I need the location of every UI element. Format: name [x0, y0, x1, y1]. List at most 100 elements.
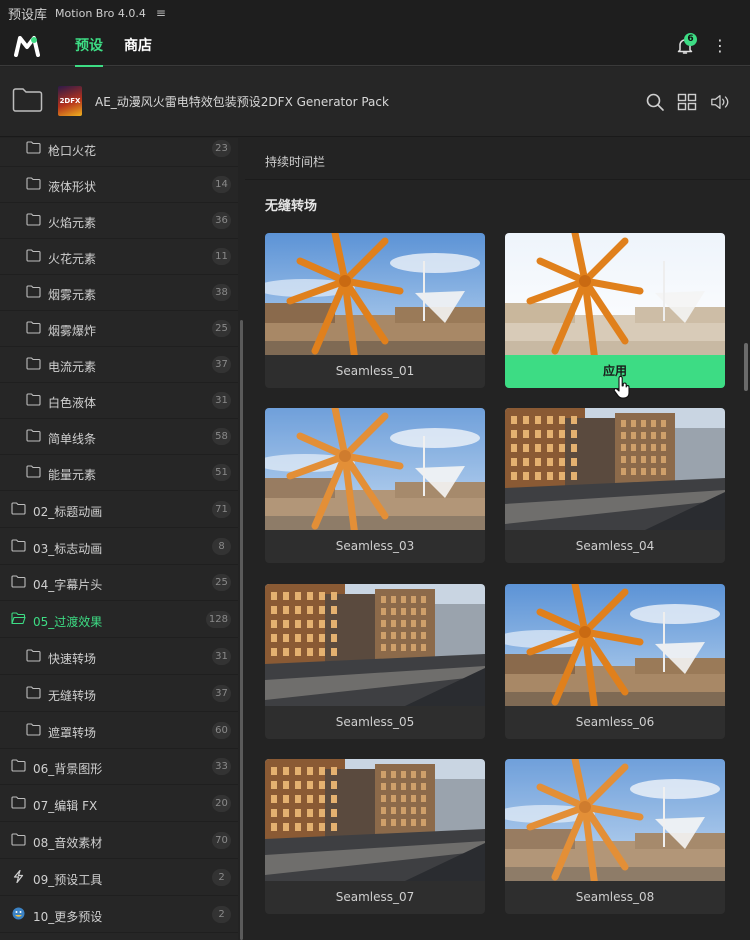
sidebar-item-count: 2	[212, 868, 231, 886]
duration-bar-section[interactable]: 持续时间栏	[245, 138, 750, 180]
folder-icon	[26, 141, 41, 154]
sidebar-item[interactable]: 简单线条 58	[0, 419, 238, 455]
sidebar-item-label: 火花元素	[48, 252, 97, 266]
preset-thumbnail[interactable]	[505, 584, 725, 706]
sidebar-item[interactable]: 07_编辑 FX 20	[0, 786, 238, 823]
preset-thumbnail[interactable]	[505, 233, 725, 355]
sidebar-item[interactable]: 电流元素 37	[0, 347, 238, 383]
sidebar-item[interactable]: 快速转场 31	[0, 639, 238, 675]
app-version: Motion Bro 4.0.4	[55, 6, 146, 20]
speaker-icon[interactable]	[710, 92, 730, 112]
sidebar-item[interactable]: 遮罩转场 60	[0, 713, 238, 749]
preset-card[interactable]: Seamless_05	[265, 584, 485, 739]
preset-card[interactable]: Seamless_06	[505, 584, 725, 739]
more-menu-icon[interactable]: ⋮	[712, 38, 728, 54]
sidebar-item-count: 38	[212, 284, 231, 301]
sidebar-item-count: 31	[212, 648, 231, 665]
sidebar-item-label: 09_预设工具	[33, 872, 103, 887]
preset-card-label: Seamless_03	[335, 539, 415, 553]
folder-icon	[11, 539, 26, 552]
folder-icon	[26, 213, 41, 226]
folder-open-icon	[11, 612, 26, 625]
folder-icon	[26, 321, 41, 334]
search-icon[interactable]	[645, 92, 665, 112]
preset-card[interactable]: Seamless_08	[505, 759, 725, 914]
sidebar-item-label: 烟雾爆炸	[48, 324, 97, 338]
top-nav: 预设 商店	[0, 26, 750, 67]
sidebar-item-label: 02_标题动画	[33, 504, 103, 519]
sidebar-item-count: 36	[212, 212, 231, 229]
sidebar-item-label: 无缝转场	[48, 688, 97, 703]
folder-icon	[11, 502, 26, 515]
sidebar-item-count: 11	[212, 248, 231, 265]
sidebar-item-count: 70	[212, 832, 231, 849]
folder-icon	[11, 833, 26, 846]
hand-cursor-icon	[613, 376, 630, 399]
folder-icon	[26, 649, 41, 662]
preset-card-label: Seamless_01	[335, 364, 415, 378]
title-bar: 预设库 Motion Bro 4.0.4 ≡	[0, 0, 750, 26]
sidebar-item[interactable]: 火焰元素 36	[0, 203, 238, 239]
folder-icon	[26, 465, 41, 478]
sidebar-item-label: 快速转场	[48, 652, 97, 666]
sidebar-item[interactable]: 能量元素 51	[0, 455, 238, 491]
sidebar-item-label: 遮罩转场	[48, 725, 97, 740]
sidebar-item[interactable]: 08_音效素材 70	[0, 823, 238, 859]
folder-icon	[26, 177, 41, 190]
folder-icon	[26, 686, 41, 699]
preset-card-label: Seamless_05	[335, 715, 415, 729]
preset-thumbnail[interactable]	[265, 408, 485, 530]
preset-thumbnail[interactable]	[505, 759, 725, 881]
sidebar-item-label: 白色液体	[48, 396, 97, 410]
main-scrollbar[interactable]	[744, 343, 748, 391]
sidebar-item[interactable]: 枪口火花 23	[0, 138, 238, 167]
preset-card-label: Seamless_07	[335, 890, 415, 904]
preset-card[interactable]: Seamless_01	[265, 233, 485, 388]
sidebar-item[interactable]: 10_更多预设 2	[0, 897, 238, 933]
sidebar-item[interactable]: 烟雾元素 38	[0, 275, 238, 311]
sidebar-scrollbar[interactable]	[240, 320, 243, 940]
folder-icon	[11, 759, 26, 772]
sidebar-item[interactable]: 06_背景图形 33	[0, 749, 238, 786]
hamburger-menu-icon[interactable]: ≡	[156, 6, 166, 20]
folder-icon[interactable]	[12, 87, 43, 113]
sidebar-item[interactable]: 02_标题动画 71	[0, 492, 238, 528]
sidebar-item-label: 04_字幕片头	[33, 578, 103, 593]
preset-thumbnail[interactable]	[265, 233, 485, 355]
pack-title: AE_动漫风火雷电特效包装预设2DFX Generator Pack	[95, 95, 389, 109]
sidebar-item[interactable]: 04_字幕片头 25	[0, 565, 238, 602]
preset-card[interactable]: Seamless_07	[265, 759, 485, 914]
sidebar-item-label: 电流元素	[48, 360, 97, 374]
folder-icon	[26, 285, 41, 298]
sidebar-item[interactable]: 05_过渡效果 128	[0, 602, 238, 639]
folder-icon	[26, 249, 41, 262]
sidebar-item-count: 37	[212, 684, 231, 702]
preset-thumbnail[interactable]	[265, 759, 485, 881]
sidebar-item[interactable]: 烟雾爆炸 25	[0, 311, 238, 347]
motion-bro-logo-icon	[14, 36, 40, 57]
sidebar-item[interactable]: 03_标志动画 8	[0, 529, 238, 565]
tab-store[interactable]: 商店	[124, 26, 152, 66]
preset-card[interactable]: Seamless_04	[505, 408, 725, 563]
sidebar-item[interactable]: 液体形状 14	[0, 167, 238, 203]
grid-view-icon[interactable]	[677, 92, 697, 112]
sidebar-item[interactable]: 白色液体 31	[0, 383, 238, 419]
sidebar-item-count: 23	[212, 140, 231, 157]
sidebar-item[interactable]: 无缝转场 37	[0, 676, 238, 712]
folder-icon	[26, 429, 41, 442]
folder-icon	[11, 796, 26, 809]
preset-thumbnail[interactable]	[265, 584, 485, 706]
pack-header: 2DFX AE_动漫风火雷电特效包装预设2DFX Generator Pack	[0, 67, 750, 137]
sidebar-item[interactable]: 09_预设工具 2	[0, 860, 238, 896]
folder-icon	[26, 357, 41, 370]
sidebar-item-count: 20	[212, 795, 231, 813]
preset-card[interactable]: Seamless_03	[265, 408, 485, 563]
sidebar-item-label: 08_音效素材	[33, 836, 103, 850]
sidebar-item[interactable]: 火花元素 11	[0, 239, 238, 275]
pack-thumbnail: 2DFX	[58, 86, 82, 116]
sidebar-item-count: 37	[212, 356, 231, 373]
preset-thumbnail[interactable]	[505, 408, 725, 530]
preset-card[interactable]: Seamless_02应用	[505, 233, 725, 388]
tab-presets[interactable]: 预设	[75, 26, 103, 67]
category-sidebar: 枪口火花 23 液体形状 14 火焰元素 36 火花元素 11 烟雾元素 38 烟雾爆炸 25 电流元素…	[0, 138, 238, 940]
